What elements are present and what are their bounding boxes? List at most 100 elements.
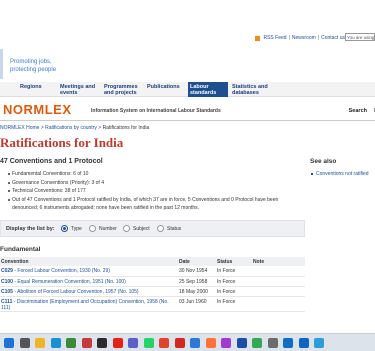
youtube-icon[interactable] — [112, 338, 123, 348]
convention-code[interactable]: C105 — [1, 289, 13, 295]
normlex-search-link[interactable]: Search — [349, 108, 367, 114]
summary-item: Technical Conventions: 38 of 177 — [8, 187, 303, 196]
nav-programmes[interactable]: Programmes and projects — [104, 84, 142, 96]
summary-item: Out of 47 Conventions and 1 Protocol rat… — [8, 196, 303, 213]
radio-button[interactable] — [89, 225, 96, 232]
whatsapp-icon[interactable] — [143, 338, 154, 348]
app-icon[interactable] — [236, 338, 247, 348]
radio-label: Subject — [133, 225, 150, 232]
summary-text: Fundamental Conventions: 6 of 10 — [12, 171, 89, 177]
table-row: C100 - Equal Remuneration Convention, 19… — [0, 276, 305, 287]
divider — [0, 120, 375, 121]
breadcrumb-home[interactable]: NORMLEX Home — [0, 125, 39, 131]
conventions-table: Convention Date Status Note C029 - Force… — [0, 257, 305, 312]
radio-number[interactable]: Number — [89, 225, 117, 232]
date-cell: 03 Jun 1960 — [178, 296, 216, 312]
teams-icon[interactable] — [128, 338, 138, 348]
chrome-icon[interactable] — [252, 338, 262, 348]
file-explorer-icon[interactable] — [35, 338, 45, 348]
radio-label: Status — [167, 225, 182, 232]
contact-link[interactable]: Contact us — [321, 35, 345, 41]
convention-cell[interactable]: C029 - Forced Labour Convention, 1930 (N… — [0, 266, 178, 277]
convention-cell[interactable]: C100 - Equal Remuneration Convention, 19… — [0, 276, 178, 287]
summary-text: Out of 47 Conventions and 1 Protocol rat… — [12, 196, 279, 212]
section-heading-fundamental: Fundamental — [0, 246, 41, 253]
radio-type[interactable]: Type — [61, 225, 82, 232]
app-icon[interactable] — [283, 338, 293, 348]
date-cell: 25 Sep 1958 — [178, 276, 216, 287]
radio-button[interactable] — [157, 225, 164, 232]
firefox-icon[interactable] — [205, 338, 216, 348]
linkedin-icon[interactable] — [298, 338, 309, 348]
nav-labour-standards[interactable]: Labour standards — [188, 82, 228, 97]
tagline-line1: Promoting jobs, — [10, 59, 52, 65]
adobe-icon[interactable] — [174, 338, 185, 348]
normlex-header: NORMLEX Information System on Internatio… — [0, 99, 375, 119]
app-icon[interactable] — [314, 338, 324, 348]
convention-cell[interactable]: C105 - Abolition of Forced Labour Conven… — [0, 286, 178, 297]
main-nav: Regions Meetings and events Programmes a… — [0, 82, 375, 97]
search-icon[interactable] — [19, 338, 30, 348]
convention-title[interactable]: - Abolition of Forced Labour Convention,… — [13, 289, 138, 295]
app-icon[interactable] — [66, 338, 76, 348]
app-icon[interactable] — [267, 338, 278, 348]
ilo-logo-edge — [0, 49, 3, 79]
radio-subject[interactable]: Subject — [123, 225, 150, 232]
convention-code[interactable]: C029 — [1, 268, 13, 274]
page-title: Ratifications for India — [0, 135, 124, 150]
summary-list: Fundamental Conventions: 6 of 10 Governa… — [8, 170, 303, 213]
nav-meetings[interactable]: Meetings and events — [60, 84, 96, 96]
app-icon[interactable] — [159, 338, 169, 348]
site-search-input[interactable]: You are using — [345, 33, 375, 41]
note-cell — [252, 286, 305, 297]
column-header-note: Note — [252, 257, 305, 266]
normlex-logo[interactable]: NORMLEX — [3, 102, 72, 117]
conventions-not-ratified-link[interactable]: Conventions not ratified — [310, 171, 375, 178]
tagline: Promoting jobs, protecting people — [10, 58, 56, 74]
table-row: C105 - Abolition of Forced Labour Conven… — [0, 286, 305, 297]
rss-feed-link[interactable]: RSS Feed — [263, 35, 286, 41]
convention-title[interactable]: - Equal Remuneration Convention, 1951 (N… — [13, 279, 125, 285]
breadcrumb: NORMLEX Home > Ratifications by country … — [0, 125, 149, 131]
status-cell: In Force — [216, 286, 252, 297]
convention-title[interactable]: - Discrimination (Employment and Occupat… — [1, 299, 169, 311]
see-also-heading: See also — [310, 158, 337, 165]
status-cell: In Force — [216, 266, 252, 277]
edge-icon[interactable] — [50, 338, 61, 348]
separator: | — [288, 35, 290, 41]
nav-regions[interactable]: Regions — [20, 84, 50, 90]
rss-icon — [255, 35, 261, 41]
table-row: C029 - Forced Labour Convention, 1930 (N… — [0, 266, 305, 277]
note-cell — [252, 266, 305, 277]
summary-heading: 47 Conventions and 1 Protocol — [0, 158, 103, 165]
convention-title[interactable]: - Forced Labour Convention, 1930 (No. 29… — [13, 268, 110, 274]
table-row: C111 - Discrimination (Employment and Oc… — [0, 296, 305, 312]
column-header-status: Status — [216, 257, 252, 266]
convention-code[interactable]: C100 — [1, 279, 13, 285]
display-options-bar: Display the list by: Type Number Subject… — [0, 220, 305, 237]
newsroom-link[interactable]: Newsroom — [292, 35, 316, 41]
date-cell: 30 Nov 1954 — [178, 266, 216, 277]
separator: | — [317, 35, 320, 41]
status-cell: In Force — [216, 296, 252, 312]
app-icon[interactable] — [190, 338, 200, 348]
note-cell — [252, 276, 305, 287]
see-also-panel: See also Conventions not ratified — [310, 158, 375, 178]
breadcrumb-by-country[interactable]: Ratifications by country — [45, 125, 97, 131]
taskbar — [0, 333, 375, 351]
nav-statistics[interactable]: Statistics and databases — [232, 84, 276, 96]
summary-item: Fundamental Conventions: 6 of 10 — [8, 170, 303, 179]
status-cell: In Force — [216, 276, 252, 287]
display-label: Display the list by: — [6, 226, 55, 232]
nav-publications[interactable]: Publications — [147, 84, 185, 90]
app-icon[interactable] — [81, 338, 92, 348]
radio-button[interactable] — [61, 225, 68, 232]
radio-status[interactable]: Status — [157, 225, 181, 232]
browser-top-area — [0, 0, 375, 31]
windows-start-icon[interactable] — [4, 338, 14, 348]
media-icon[interactable] — [97, 338, 107, 348]
radio-button[interactable] — [123, 225, 130, 232]
utility-links: RSS Feed | Newsroom | Contact us — [255, 35, 345, 41]
convention-cell[interactable]: C111 - Discrimination (Employment and Oc… — [0, 296, 178, 312]
app-icon[interactable] — [221, 338, 231, 348]
